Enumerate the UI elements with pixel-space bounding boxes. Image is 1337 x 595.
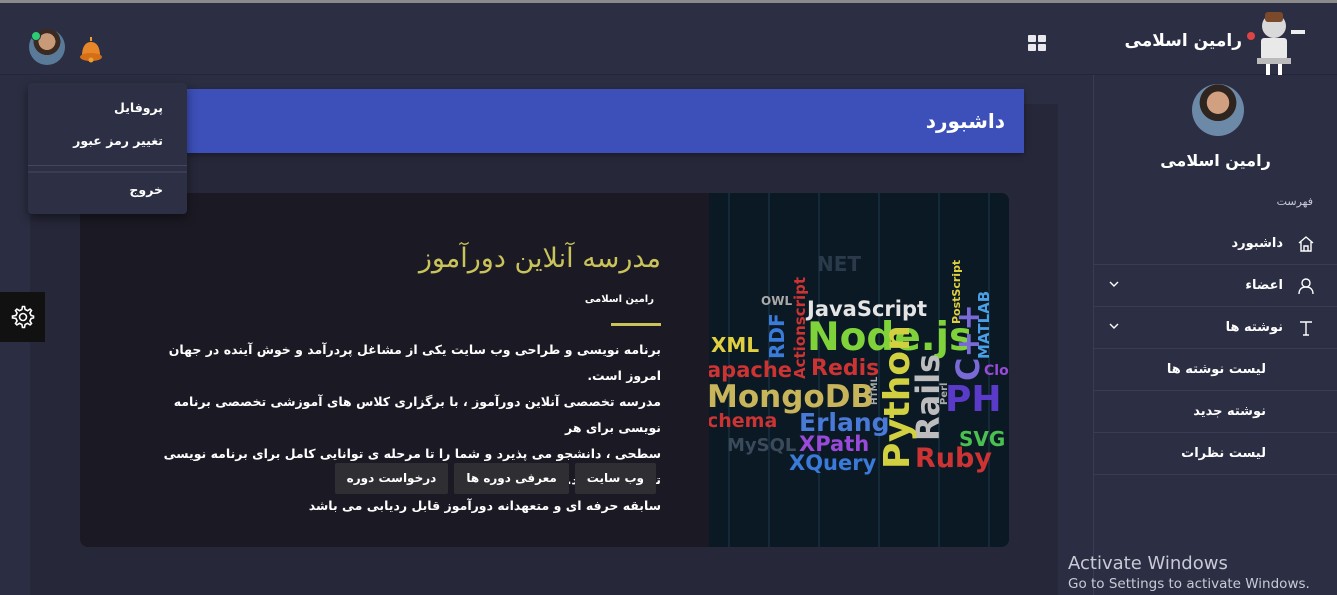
settings-tab[interactable] xyxy=(0,292,45,342)
description-line: سابقه حرفه ای و متعهدانه دورآموز قابل رد… xyxy=(308,498,661,513)
word-clo: Clo xyxy=(984,363,1009,379)
word-rdf: RDF xyxy=(765,313,789,359)
menu-divider-shade xyxy=(28,171,187,173)
activate-title: Activate Windows xyxy=(1068,553,1228,574)
sidebar-avatar xyxy=(1192,84,1244,136)
courses-button[interactable]: معرفی دوره ها xyxy=(454,463,569,494)
word-redis: Redis xyxy=(811,356,879,381)
word-php: PH xyxy=(945,379,1002,420)
request-course-button[interactable]: درخواست دوره xyxy=(334,463,449,494)
word-python: Python xyxy=(877,325,918,469)
word-xquery: XQuery xyxy=(789,451,877,475)
change-password-menu-item[interactable]: تغییر رمز عبور xyxy=(73,133,163,148)
notification-bell-icon[interactable] xyxy=(78,34,104,64)
word-net: NET xyxy=(817,252,861,276)
description-line: مدرسه تخصصی آنلاین دورآموز ، با برگزاری … xyxy=(173,394,661,435)
profile-menu-item[interactable]: پروفایل xyxy=(114,100,163,115)
activate-subtitle: Go to Settings to activate Windows. xyxy=(1068,576,1310,592)
sidebar: رامین اسلامی فهرست داشبورد اعضاء نوشته ه… xyxy=(1093,75,1337,595)
welcome-card: مدرسه آنلاین دورآموز رامین اسلامی برنامه… xyxy=(80,193,1009,547)
word-cpp: C++ xyxy=(949,304,987,381)
word-schema: chema xyxy=(709,410,777,432)
card-button-row: وب سایت معرفی دوره ها درخواست دوره xyxy=(334,463,656,494)
menu-divider xyxy=(28,165,187,166)
sidebar-item-members[interactable]: اعضاء xyxy=(1094,265,1337,307)
user-icon xyxy=(1295,276,1317,296)
home-icon xyxy=(1295,234,1317,254)
chevron-down-icon xyxy=(1109,323,1119,329)
tech-wordcloud-image: NET OWL JavaScript RDF Actionscript Node… xyxy=(709,193,1009,547)
word-perl: Perl xyxy=(939,383,950,405)
card-author: رامین اسلامی xyxy=(584,294,654,305)
user-dropdown-menu: پروفایل تغییر رمز عبور خروج xyxy=(28,83,187,214)
text-icon xyxy=(1295,318,1317,338)
title-underline xyxy=(611,323,661,326)
sidebar-item-label: نوشته ها xyxy=(1225,320,1283,335)
brand-user-name: رامین اسلامی xyxy=(1124,31,1242,51)
word-owl: OWL xyxy=(761,294,792,308)
word-ruby: Ruby xyxy=(915,443,992,474)
sidebar-item-label: داشبورد xyxy=(1231,236,1283,251)
word-mysql: MySQL xyxy=(727,435,796,456)
page-title: داشبورد xyxy=(925,109,1005,133)
grid-menu-icon[interactable] xyxy=(1028,35,1046,51)
sidebar-subitem-label: لیست نظرات xyxy=(1181,446,1266,461)
sidebar-item-dashboard[interactable]: داشبورد xyxy=(1094,223,1337,265)
online-status-dot xyxy=(31,31,41,41)
sidebar-subitem-post-list[interactable]: لیست نوشته ها xyxy=(1094,349,1337,391)
description-line: برنامه نویسی و طراحی وب سایت یکی از مشاغ… xyxy=(168,342,661,383)
website-button[interactable]: وب سایت xyxy=(574,463,656,494)
top-navbar: رامین اسلامی xyxy=(0,3,1337,76)
sidebar-subitem-label: نوشته جدید xyxy=(1193,404,1266,419)
sidebar-section-label: فهرست xyxy=(1276,195,1313,208)
card-title: مدرسه آنلاین دورآموز xyxy=(418,243,661,274)
sidebar-subitem-new-post[interactable]: نوشته جدید xyxy=(1094,391,1337,433)
windows-activation-watermark: Activate Windows Go to Settings to activ… xyxy=(1068,553,1310,592)
sidebar-item-posts[interactable]: نوشته ها xyxy=(1094,307,1337,349)
word-xml: XML xyxy=(711,333,759,357)
chevron-down-icon xyxy=(1109,281,1119,287)
sidebar-user-name: رامین اسلامی xyxy=(1160,151,1271,170)
gear-icon xyxy=(11,305,34,329)
sidebar-subitem-label: لیست نوشته ها xyxy=(1166,362,1266,377)
page-header: داشبورد xyxy=(187,89,1024,153)
brand-logo-icon xyxy=(1247,12,1305,76)
sidebar-item-label: اعضاء xyxy=(1245,278,1283,293)
logout-menu-item[interactable]: خروج xyxy=(129,182,163,197)
sidebar-subitem-comment-list[interactable]: لیست نظرات xyxy=(1094,433,1337,475)
